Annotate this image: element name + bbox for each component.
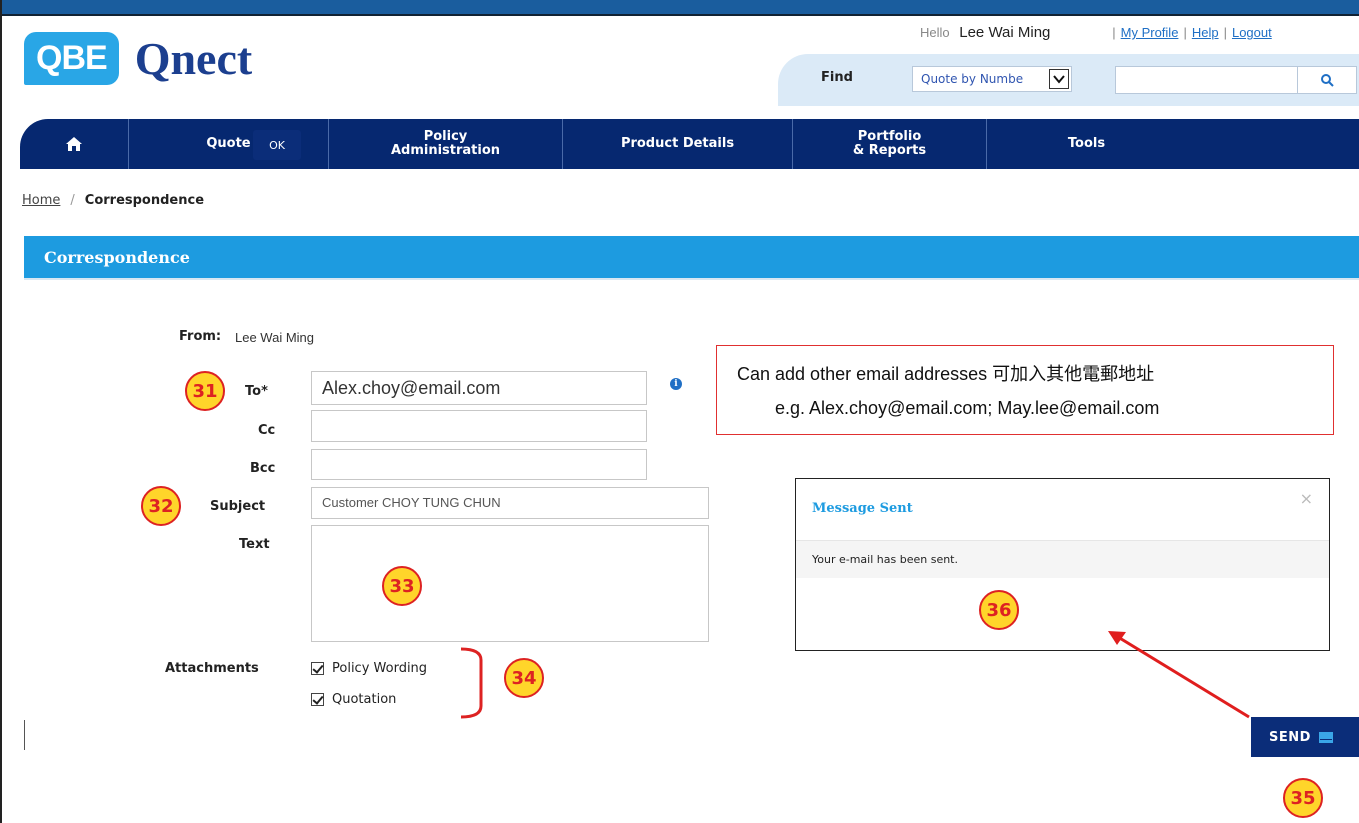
- step-badge-33: 33: [382, 566, 422, 606]
- step-badge-32: 32: [141, 486, 181, 526]
- step-badge-31: 31: [185, 371, 225, 411]
- annotation-overlay: [460, 631, 1250, 719]
- page: QBE Qnect Hello Lee Wai Ming | My Profile |…: [0, 0, 1359, 823]
- attachments-bracket: [460, 647, 483, 719]
- step-badge-35: 35: [1283, 778, 1323, 818]
- step-badge-36: 36: [979, 590, 1019, 630]
- step-badge-34: 34: [504, 658, 544, 698]
- arrow-head: [1108, 631, 1126, 645]
- arrow-line: [1117, 635, 1250, 719]
